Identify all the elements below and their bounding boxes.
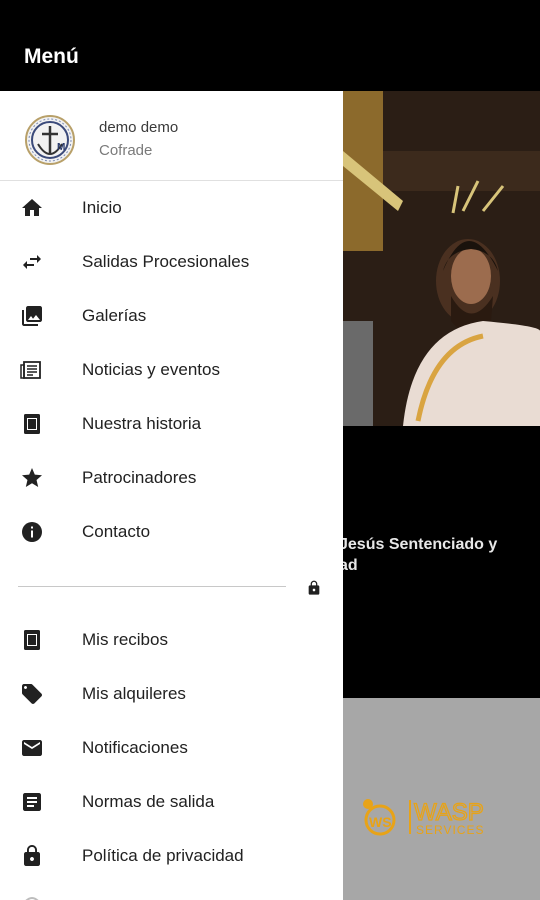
- logo-mark-text: WS: [369, 814, 392, 830]
- menu-item-label: Patrocinadores: [82, 468, 197, 487]
- menu-divider: [18, 586, 286, 587]
- menu-item-mis-alquileres[interactable]: Mis alquileres: [0, 667, 343, 721]
- star-icon: [22, 468, 42, 487]
- document-icon: [23, 793, 41, 811]
- menu-item-label: Galerías: [82, 306, 147, 325]
- menu-item-label: Noticias y eventos: [82, 360, 220, 379]
- menu-item-politica-de-privacidad[interactable]: Política de privacidad: [0, 829, 343, 883]
- background-caption-line1: Jesús Sentenciado y: [343, 536, 498, 553]
- menu-item-label: Salidas Procesionales: [82, 252, 250, 271]
- menu-item-label: Normas de salida: [82, 792, 215, 811]
- background-caption-line2: ad: [343, 557, 358, 574]
- menu-item-notificaciones[interactable]: Notificaciones: [0, 721, 343, 775]
- drawer-header: M demo demo Cofrade: [0, 91, 343, 181]
- avatar[interactable]: M: [24, 114, 76, 166]
- swap-arrows-icon: [23, 255, 41, 269]
- menu-item-label: Nuestra historia: [82, 414, 202, 433]
- lock-icon: [24, 845, 40, 866]
- navigation-drawer: M demo demo Cofrade Inicio Salidas Proce…: [0, 91, 343, 900]
- home-icon: [22, 199, 42, 216]
- menu-item-patrocinadores[interactable]: Patrocinadores: [0, 451, 343, 505]
- menu-item-galerias[interactable]: Galerías: [0, 289, 343, 343]
- background-caption: Jesús Sentenciado y ad: [343, 534, 540, 576]
- menu-item-normas-de-salida[interactable]: Normas de salida: [0, 775, 343, 829]
- app-bar-title: Menú: [24, 45, 79, 68]
- svg-text:M: M: [57, 142, 65, 153]
- menu-item-label: Política de privacidad: [82, 846, 244, 865]
- app-bar: Menú: [0, 0, 540, 91]
- logo-wasp-text: WASP: [414, 799, 484, 826]
- menu-item-label: Mis alquileres: [82, 684, 186, 703]
- menu-item-label: Mis recibos: [82, 630, 168, 649]
- receipt-icon: [24, 630, 40, 650]
- partial-icon-next-item: [25, 897, 39, 900]
- menu-item-label: Notificaciones: [82, 738, 188, 757]
- user-name: demo demo: [99, 119, 179, 136]
- menu-item-noticias-y-eventos[interactable]: Noticias y eventos: [0, 343, 343, 397]
- menu-item-mis-recibos[interactable]: Mis recibos: [0, 613, 343, 667]
- menu-item-label: Contacto: [82, 522, 151, 541]
- menu-item-salidas-procesionales[interactable]: Salidas Procesionales: [0, 235, 343, 289]
- logo-services-text: SERVICES: [416, 823, 484, 837]
- menu-item-contacto[interactable]: Contacto: [0, 505, 343, 559]
- lock-icon: [308, 580, 320, 595]
- gallery-icon: [22, 306, 42, 326]
- mail-icon: [22, 740, 42, 756]
- wasp-services-logo: WS WASP SERVICES: [363, 798, 484, 837]
- newspaper-icon: [20, 361, 41, 379]
- menu-item-inicio[interactable]: Inicio: [0, 181, 343, 235]
- menu-item-nuestra-historia[interactable]: Nuestra historia: [0, 397, 343, 451]
- user-role: Cofrade: [99, 142, 153, 159]
- tag-icon: [22, 684, 42, 704]
- background-photo: [343, 91, 540, 426]
- menu-item-label: Inicio: [82, 198, 122, 217]
- info-icon: [22, 522, 42, 542]
- book-icon: [24, 414, 40, 434]
